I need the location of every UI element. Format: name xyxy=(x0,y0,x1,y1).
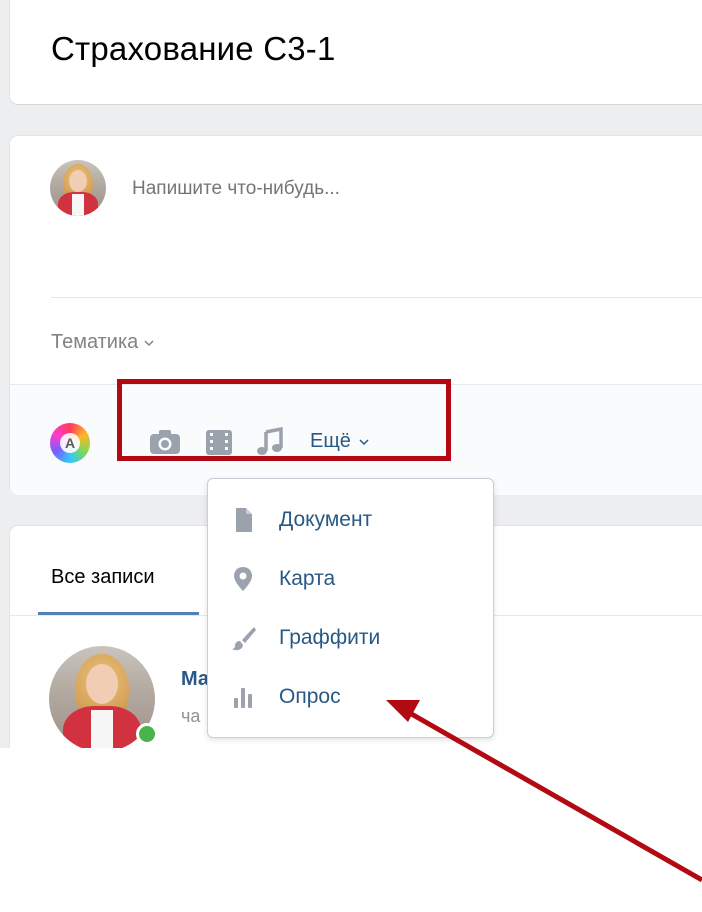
online-status-indicator xyxy=(136,723,158,745)
art-avatar-icon[interactable]: A xyxy=(50,423,90,463)
poll-icon xyxy=(234,688,252,708)
topic-label: Тематика xyxy=(51,331,139,353)
topic-selector[interactable]: Тематика xyxy=(51,331,154,354)
chevron-down-icon xyxy=(144,339,154,346)
tools-highlight-box xyxy=(117,379,451,461)
post-text-input[interactable] xyxy=(132,178,532,200)
menu-item-map[interactable]: Карта xyxy=(208,553,493,605)
post-author-name[interactable]: Ма xyxy=(181,668,209,691)
brush-icon xyxy=(232,627,256,651)
map-pin-icon xyxy=(234,567,252,591)
group-header-card: Страхование С3-1 xyxy=(10,0,702,104)
menu-item-document[interactable]: Документ xyxy=(208,494,493,546)
menu-item-graffiti[interactable]: Граффити xyxy=(208,612,493,664)
tab-all-posts[interactable]: Все записи xyxy=(51,566,155,589)
document-icon xyxy=(236,508,252,532)
user-avatar[interactable] xyxy=(50,160,106,216)
menu-item-label: Документ xyxy=(279,508,373,531)
menu-item-poll[interactable]: Опрос xyxy=(208,671,493,723)
menu-item-label: Карта xyxy=(279,567,336,590)
post-time[interactable]: ча xyxy=(181,706,200,727)
menu-item-label: Опрос xyxy=(279,685,341,708)
blank-area xyxy=(0,748,702,912)
group-title: Страхование С3-1 xyxy=(51,30,336,67)
attachments-dropdown-menu: Документ Карта Граффити Опрос xyxy=(207,478,494,738)
composer-divider xyxy=(51,297,702,298)
menu-item-label: Граффити xyxy=(279,626,381,649)
